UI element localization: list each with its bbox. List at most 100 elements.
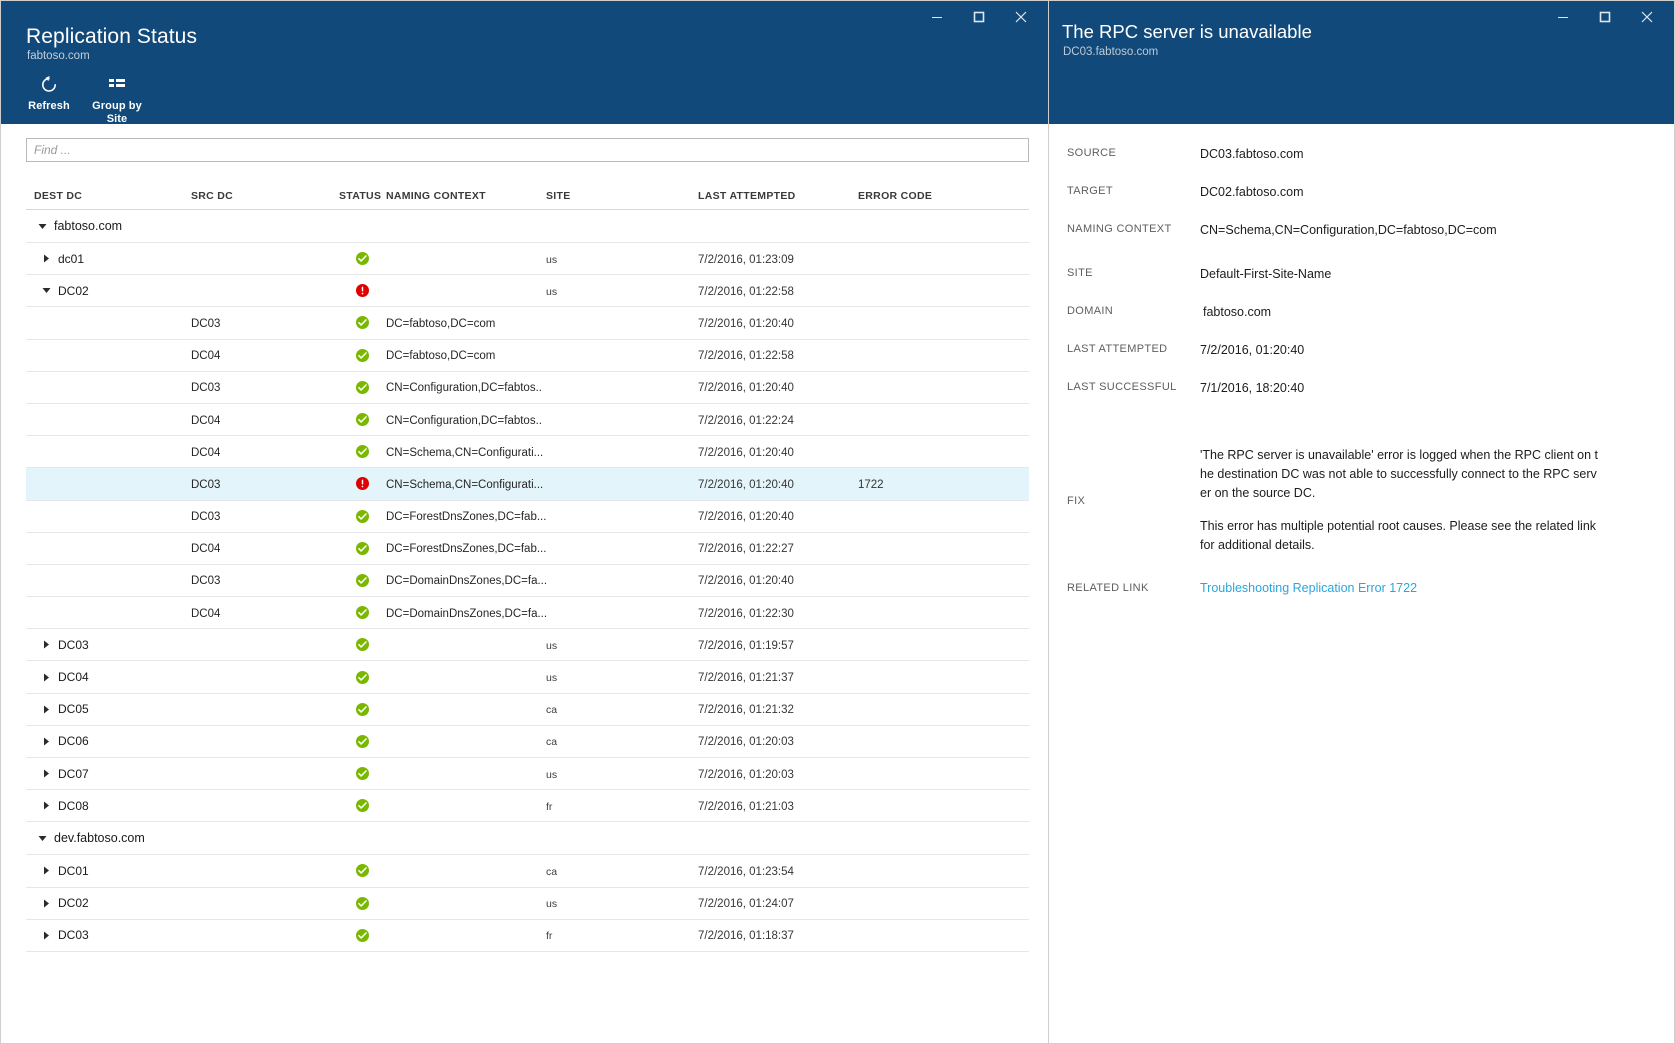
related-link[interactable]: Troubleshooting Replication Error 1722 [1200, 581, 1417, 595]
cell-status [339, 767, 386, 781]
table-group-row[interactable]: fabtoso.com [26, 210, 1029, 243]
column-header-last-attempted[interactable]: LAST ATTEMPTED [698, 190, 858, 202]
maximize-button[interactable] [1584, 2, 1626, 32]
table-row[interactable]: dc01 us 7/2/2016, 01:23:09 [26, 243, 1029, 276]
cell-dest-dc: DC07 [26, 767, 191, 781]
table-row[interactable]: DC02 us 7/2/2016, 01:24:07 [26, 888, 1029, 920]
chevron-right-icon[interactable] [38, 928, 54, 942]
cell-last-attempted: 7/2/2016, 01:21:32 [698, 702, 858, 716]
table-row[interactable]: DC08 fr 7/2/2016, 01:21:03 [26, 790, 1029, 823]
close-button[interactable] [1000, 2, 1042, 32]
cell-src-dc: DC03 [191, 477, 339, 491]
table-row[interactable]: DC04 DC=ForestDnsZones,DC=fab... 7/2/2016,… [26, 533, 1029, 565]
chevron-down-icon[interactable] [34, 219, 50, 233]
table-row[interactable]: DC03 CN=Configuration,DC=fabtos.. 7/2/2016… [26, 372, 1029, 404]
cell-last-attempted-text: 7/2/2016, 01:20:40 [698, 446, 794, 459]
table-row[interactable]: DC04 CN=Schema,CN=Configurati... 7/2/2016,… [26, 436, 1029, 469]
table-row[interactable]: DC05 ca 7/2/2016, 01:21:32 [26, 694, 1029, 726]
cell-status [339, 284, 386, 298]
table-row[interactable]: DC03 CN=Schema,CN=Configurati... 7/2/2016,… [26, 468, 1029, 501]
chevron-right-icon[interactable] [38, 252, 54, 266]
cell-last-attempted-text: 7/2/2016, 01:22:27 [698, 543, 794, 556]
refresh-button[interactable]: Refresh [15, 71, 83, 117]
cell-last-attempted: 7/2/2016, 01:24:07 [698, 896, 858, 910]
cell-last-attempted: 7/2/2016, 01:22:58 [698, 348, 858, 362]
chevron-right-icon[interactable] [38, 896, 54, 910]
table-row[interactable]: DC04 DC=DomainDnsZones,DC=fa... 7/2/2016, … [26, 597, 1029, 630]
cell-last-attempted-text: 7/2/2016, 01:20:40 [698, 317, 794, 330]
table-row[interactable]: DC07 us 7/2/2016, 01:20:03 [26, 758, 1029, 791]
left-window-controls [916, 1, 1042, 33]
minimize-button[interactable] [916, 2, 958, 32]
cell-naming-context-text: DC=fabtoso,DC=com [386, 350, 496, 363]
cell-dest-dc: DC05 [26, 702, 191, 716]
cell-status [339, 380, 386, 394]
status-ok-icon [356, 799, 369, 813]
column-header-error-code[interactable]: ERROR CODE [858, 190, 998, 202]
chevron-right-icon[interactable] [38, 638, 54, 652]
detail-row-naming-context: NAMING CONTEXT CN=Schema,CN=Configuratio… [1049, 222, 1674, 238]
column-header-status[interactable]: STATUS [339, 190, 386, 202]
chevron-right-icon[interactable] [38, 670, 54, 684]
column-header-site[interactable]: SITE [546, 190, 698, 202]
cell-dest-dc: fabtoso.com [26, 219, 191, 233]
error-detail-window: The RPC server is unavailable DC03.fabto… [1048, 0, 1675, 1044]
search-input[interactable] [26, 138, 1029, 162]
column-header-dest-dc[interactable]: DEST DC [26, 190, 191, 202]
table-row[interactable]: DC03 us 7/2/2016, 01:19:57 [26, 629, 1029, 662]
table-row[interactable]: DC02 us 7/2/2016, 01:22:58 [26, 275, 1029, 308]
column-header-naming-context[interactable]: NAMING CONTEXT [386, 190, 546, 202]
status-ok-icon [356, 541, 369, 555]
minimize-button[interactable] [1542, 2, 1584, 32]
cell-last-attempted-text: 7/2/2016, 01:21:37 [698, 672, 794, 685]
table-row[interactable]: DC04 us 7/2/2016, 01:21:37 [26, 661, 1029, 694]
column-header-src-dc[interactable]: SRC DC [191, 190, 339, 202]
cell-naming-context: CN=Schema,CN=Configurati... [386, 477, 546, 491]
table-row[interactable]: DC03 fr 7/2/2016, 01:18:37 [26, 920, 1029, 952]
table-row[interactable]: DC03 DC=DomainDnsZones,DC=fa... 7/2/2016, … [26, 565, 1029, 598]
table-row[interactable]: DC01 ca 7/2/2016, 01:23:54 [26, 855, 1029, 888]
status-ok-icon [356, 509, 369, 523]
status-ok-icon [356, 702, 369, 716]
table-row[interactable]: DC04 CN=Configuration,DC=fabtos.. 7/2/2016… [26, 404, 1029, 437]
cell-src-dc-text: DC03 [191, 317, 221, 330]
cell-site: us [546, 638, 698, 652]
cell-site-text: us [546, 285, 558, 298]
error-subtitle: DC03.fabtoso.com [1063, 46, 1159, 58]
close-button[interactable] [1626, 2, 1668, 32]
maximize-button[interactable] [958, 2, 1000, 32]
status-ok-icon [356, 767, 369, 781]
cell-status [339, 799, 386, 813]
detail-label: LAST ATTEMPTED [1067, 343, 1168, 355]
chevron-right-icon[interactable] [38, 864, 54, 878]
cell-src-dc: DC04 [191, 445, 339, 459]
detail-row-last-successful: LAST SUCCESSFUL 7/1/2016, 18:20:40 [1049, 380, 1674, 396]
chevron-right-icon[interactable] [38, 767, 54, 781]
cell-naming-context-text: DC=fabtoso,DC=com [386, 317, 496, 330]
group-by-site-button[interactable]: Group by Site [83, 71, 151, 129]
dest-dc-name: DC02 [58, 896, 89, 911]
chevron-down-icon[interactable] [38, 284, 54, 298]
refresh-icon [17, 73, 81, 97]
cell-src-dc-text: DC03 [191, 575, 221, 588]
cell-last-attempted-text: 7/2/2016, 01:20:03 [698, 768, 794, 781]
table-row[interactable]: DC06 ca 7/2/2016, 01:20:03 [26, 726, 1029, 758]
cell-dest-dc: DC03 [26, 638, 191, 652]
search-area [1, 124, 1048, 162]
status-ok-icon [356, 445, 369, 459]
chevron-right-icon[interactable] [38, 799, 54, 813]
table-row[interactable]: DC04 DC=fabtoso,DC=com 7/2/2016, 01:22:58 [26, 340, 1029, 372]
cell-site-text: us [546, 672, 558, 685]
chevron-down-icon[interactable] [34, 831, 50, 845]
table-row[interactable]: DC03 DC=ForestDnsZones,DC=fab... 7/2/2016,… [26, 501, 1029, 533]
chevron-right-icon[interactable] [38, 702, 54, 716]
chevron-right-icon[interactable] [38, 734, 54, 748]
table-row[interactable]: DC03 DC=fabtoso,DC=com 7/2/2016, 01:20:40 [26, 307, 1029, 340]
cell-site: fr [546, 799, 698, 813]
cell-last-attempted: 7/2/2016, 01:18:37 [698, 928, 858, 942]
status-error-icon [356, 284, 369, 298]
cell-status [339, 348, 386, 362]
cell-src-dc-text: DC04 [191, 543, 221, 556]
cell-last-attempted: 7/2/2016, 01:22:30 [698, 606, 858, 620]
table-group-row[interactable]: dev.fabtoso.com [26, 822, 1029, 856]
